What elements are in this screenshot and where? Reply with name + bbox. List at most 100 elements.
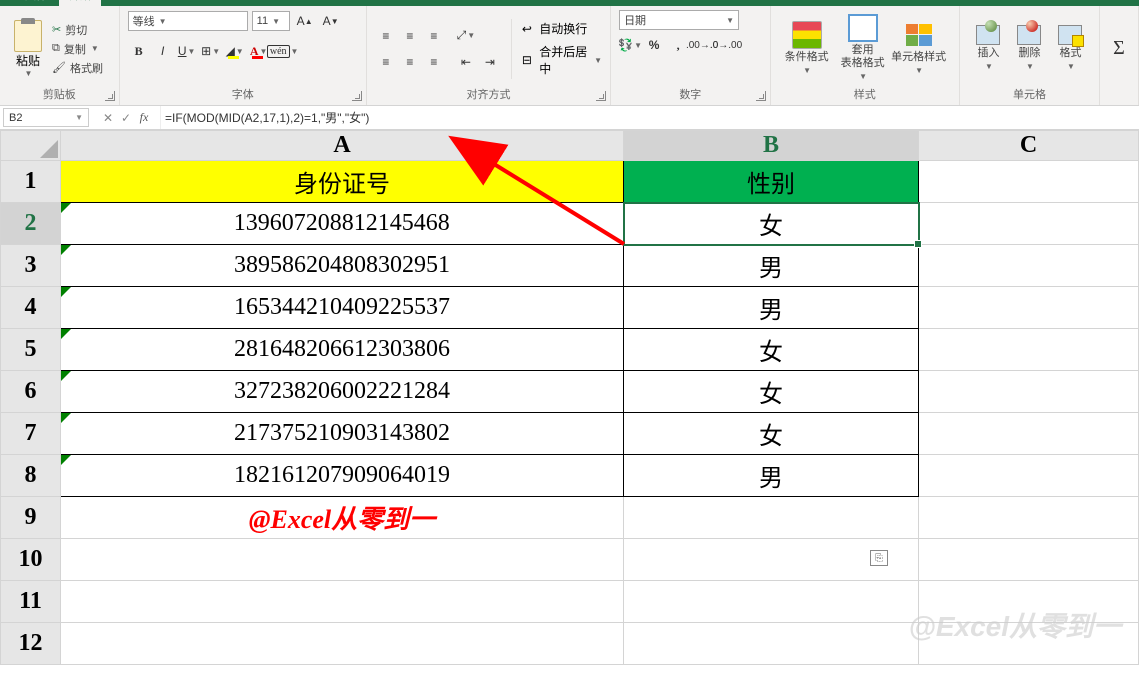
- cell-B1[interactable]: 性别: [624, 161, 919, 203]
- group-editing: Σ: [1100, 6, 1139, 105]
- format-as-table-button[interactable]: 套用 表格格式▼: [835, 14, 891, 83]
- cell-A5[interactable]: 281648206612303806: [61, 329, 624, 371]
- row-header-4[interactable]: 4: [1, 287, 61, 329]
- wrap-text-button[interactable]: ↩ 自动换行: [522, 20, 602, 37]
- group-styles: 条件格式▼ 套用 表格格式▼ 单元格样式▼ 样式: [771, 6, 960, 105]
- bold-button[interactable]: B: [128, 40, 150, 62]
- row-header-3[interactable]: 3: [1, 245, 61, 287]
- cell-C6[interactable]: [919, 371, 1139, 413]
- conditional-format-button[interactable]: 条件格式▼: [779, 21, 835, 77]
- phonetic-button[interactable]: wén▼: [272, 40, 294, 62]
- font-dialog-launcher[interactable]: [352, 91, 362, 101]
- enter-formula-button[interactable]: ✓: [118, 111, 134, 125]
- cell-C2[interactable]: [919, 203, 1139, 245]
- cell-A10[interactable]: [61, 539, 624, 581]
- delete-button[interactable]: 删除▼: [1009, 25, 1050, 73]
- border-button[interactable]: ⊞▼: [200, 40, 222, 62]
- cell-B8[interactable]: 男: [624, 455, 919, 497]
- fx-button[interactable]: fx: [136, 110, 152, 125]
- copy-button[interactable]: ⧉复制▼: [52, 41, 103, 57]
- cancel-formula-button[interactable]: ✕: [100, 111, 116, 125]
- cell-A4[interactable]: 165344210409225537: [61, 287, 624, 329]
- increase-indent-button[interactable]: ⇥: [479, 51, 501, 73]
- row-header-8[interactable]: 8: [1, 455, 61, 497]
- cell-A12[interactable]: [61, 623, 624, 665]
- cell-styles-button[interactable]: 单元格样式▼: [891, 21, 947, 77]
- cell-B2[interactable]: 女: [624, 203, 919, 245]
- group-font: 等线▼ 11▼ A▲ A▼ B I U▼ ⊞▼ ◢▼ A▼ wén▼ 字体: [120, 6, 367, 105]
- name-box[interactable]: B2▼: [3, 108, 89, 127]
- cell-A11[interactable]: [61, 581, 624, 623]
- cell-B5[interactable]: 女: [624, 329, 919, 371]
- cell-C9[interactable]: [919, 497, 1139, 539]
- format-button[interactable]: 格式▼: [1050, 25, 1091, 73]
- cell-C3[interactable]: [919, 245, 1139, 287]
- cell-A9[interactable]: @Excel从零到一: [61, 497, 624, 539]
- row-header-10[interactable]: 10: [1, 539, 61, 581]
- cell-A2[interactable]: 139607208812145468: [61, 203, 624, 245]
- row-header-6[interactable]: 6: [1, 371, 61, 413]
- row-header-11[interactable]: 11: [1, 581, 61, 623]
- align-left-button[interactable]: ≡: [375, 51, 397, 73]
- underline-button[interactable]: U▼: [176, 40, 198, 62]
- col-header-C[interactable]: C: [919, 131, 1139, 161]
- cell-B11[interactable]: [624, 581, 919, 623]
- cut-button[interactable]: ✂剪切: [52, 22, 103, 38]
- row-header-5[interactable]: 5: [1, 329, 61, 371]
- orientation-button[interactable]: ⤢▼: [455, 25, 477, 47]
- cell-A8[interactable]: 182161207909064019: [61, 455, 624, 497]
- decrease-decimal-button[interactable]: .0→.00: [715, 34, 737, 56]
- cell-B7[interactable]: 女: [624, 413, 919, 455]
- fill-color-button[interactable]: ◢▼: [224, 40, 246, 62]
- cell-B6[interactable]: 女: [624, 371, 919, 413]
- cell-C7[interactable]: [919, 413, 1139, 455]
- font-size-combo[interactable]: 11▼: [252, 11, 290, 31]
- align-right-button[interactable]: ≡: [423, 51, 445, 73]
- decrease-font-button[interactable]: A▼: [320, 10, 342, 32]
- spreadsheet-grid[interactable]: A B C 1 身份证号 性别 2 139607208812145468 女 3…: [0, 130, 1139, 665]
- number-dialog-launcher[interactable]: [756, 91, 766, 101]
- decrease-indent-button[interactable]: ⇤: [455, 51, 477, 73]
- font-color-button[interactable]: A▼: [248, 40, 270, 62]
- autofill-options-icon[interactable]: ⎘: [870, 550, 888, 566]
- row-header-12[interactable]: 12: [1, 623, 61, 665]
- cell-A3[interactable]: 389586204808302951: [61, 245, 624, 287]
- autosum-button[interactable]: Σ: [1108, 38, 1130, 60]
- select-all-corner[interactable]: [1, 131, 61, 161]
- increase-font-button[interactable]: A▲: [294, 10, 316, 32]
- italic-button[interactable]: I: [152, 40, 174, 62]
- cell-A6[interactable]: 327238206002221284: [61, 371, 624, 413]
- font-name-combo[interactable]: 等线▼: [128, 11, 248, 31]
- row-header-9[interactable]: 9: [1, 497, 61, 539]
- col-header-B[interactable]: B: [624, 131, 919, 161]
- accounting-button[interactable]: 💱▼: [619, 34, 641, 56]
- clipboard-dialog-launcher[interactable]: [105, 91, 115, 101]
- cell-B3[interactable]: 男: [624, 245, 919, 287]
- cell-A1[interactable]: 身份证号: [61, 161, 624, 203]
- merge-button[interactable]: ⊟ 合并后居中▼: [522, 43, 602, 77]
- number-format-combo[interactable]: 日期▼: [619, 10, 739, 30]
- align-center-button[interactable]: ≡: [399, 51, 421, 73]
- cell-C5[interactable]: [919, 329, 1139, 371]
- paste-button[interactable]: 粘贴 ▼: [8, 20, 48, 78]
- align-top-button[interactable]: ≡: [375, 25, 397, 47]
- align-middle-button[interactable]: ≡: [399, 25, 421, 47]
- align-dialog-launcher[interactable]: [596, 91, 606, 101]
- percent-button[interactable]: %: [643, 34, 665, 56]
- cell-B4[interactable]: 男: [624, 287, 919, 329]
- row-header-7[interactable]: 7: [1, 413, 61, 455]
- col-header-A[interactable]: A: [61, 131, 624, 161]
- align-bottom-button[interactable]: ≡: [423, 25, 445, 47]
- row-header-1[interactable]: 1: [1, 161, 61, 203]
- insert-button[interactable]: 插入▼: [968, 25, 1009, 73]
- cell-C1[interactable]: [919, 161, 1139, 203]
- cell-B9[interactable]: [624, 497, 919, 539]
- cell-B12[interactable]: [624, 623, 919, 665]
- row-header-2[interactable]: 2: [1, 203, 61, 245]
- formula-input[interactable]: =IF(MOD(MID(A2,17,1),2)=1,"男","女"): [160, 106, 1139, 129]
- cell-A7[interactable]: 217375210903143802: [61, 413, 624, 455]
- cell-C8[interactable]: [919, 455, 1139, 497]
- cell-C10[interactable]: [919, 539, 1139, 581]
- cell-C4[interactable]: [919, 287, 1139, 329]
- format-painter-button[interactable]: 🖌格式刷: [52, 60, 103, 76]
